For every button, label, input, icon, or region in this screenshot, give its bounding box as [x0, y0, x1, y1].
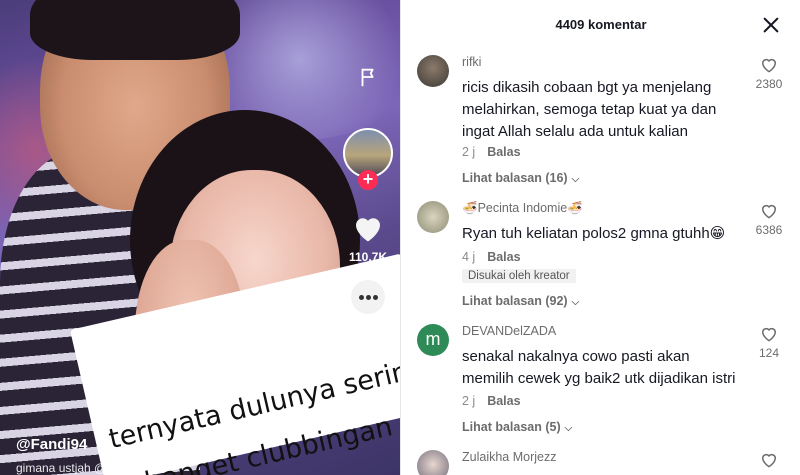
- comment-text: senakal nakalnya cowo pasti akan memilih…: [462, 348, 736, 387]
- comments-panel: 4409 komentar rifki ricis dikasih cobaan…: [400, 0, 800, 475]
- comment-time: 2 j: [462, 145, 476, 159]
- heart-outline-icon: [762, 453, 776, 468]
- view-replies-label: Lihat balasan (5): [462, 420, 561, 434]
- video-person-hair: [30, 0, 240, 60]
- view-replies-button[interactable]: Lihat balasan (16) ⌵: [462, 171, 579, 185]
- chevron-down-icon: ⌵: [571, 297, 580, 308]
- action-bar: + 110.7K 4409: [340, 0, 396, 475]
- comment-text: Ryan tuh keliatan polos2 gmna gtuhh😁: [462, 225, 726, 242]
- comment-username[interactable]: DEVANDelZADA: [462, 324, 556, 338]
- view-replies-button[interactable]: Lihat balasan (92) ⌵: [462, 294, 579, 308]
- comment-time: 2 j: [462, 394, 476, 408]
- comment-item: Zulaikha Morjezz: [401, 450, 800, 475]
- like-count: 110.7K: [348, 250, 388, 264]
- comments-title: 4409 komentar: [555, 17, 647, 32]
- comment-like[interactable]: 124: [751, 324, 787, 360]
- view-replies-button[interactable]: Lihat balasan (5) ⌵: [462, 420, 572, 434]
- comment-like[interactable]: [751, 450, 787, 470]
- comment-meta: 4 j Balas: [462, 250, 521, 264]
- heart-outline-icon: [762, 327, 776, 342]
- reply-button[interactable]: Balas: [487, 394, 520, 408]
- comment-item: m DEVANDelZADA senakal nakalnya cowo pas…: [401, 324, 800, 439]
- view-replies-label: Lihat balasan (16): [462, 171, 568, 185]
- creator-liked-badge: Disukai oleh kreator: [462, 269, 576, 283]
- comment-like[interactable]: 2380: [751, 55, 787, 91]
- reply-button[interactable]: Balas: [487, 250, 520, 264]
- comment-text: ricis dikasih cobaan bgt ya menjelang me…: [462, 79, 717, 140]
- avatar-letter: m: [425, 329, 441, 349]
- flag-icon[interactable]: [356, 66, 380, 90]
- video-username[interactable]: @Fandi94: [16, 436, 87, 453]
- avatar[interactable]: m: [417, 324, 449, 356]
- comment-username[interactable]: Zulaikha Morjezz: [462, 450, 556, 464]
- comment-like-count: 6386: [755, 223, 783, 237]
- comment-like-count: 124: [758, 346, 780, 360]
- comment-item: 🍜Pecinta Indomie🍜 Ryan tuh keliatan polo…: [401, 201, 800, 311]
- chevron-down-icon: ⌵: [564, 423, 573, 434]
- comment-item: rifki ricis dikasih cobaan bgt ya menjel…: [401, 55, 800, 190]
- comment-meta: 2 j Balas: [462, 145, 521, 159]
- heart-icon[interactable]: [350, 210, 386, 246]
- comment-time: 4 j: [462, 250, 476, 264]
- heart-outline-icon: [762, 204, 776, 219]
- comment-like-count: 2380: [755, 77, 783, 91]
- comment-count: 4409: [354, 316, 382, 330]
- view-replies-label: Lihat balasan (92): [462, 294, 568, 308]
- reply-button[interactable]: Balas: [487, 145, 520, 159]
- video-description: gimana ustjah @: [16, 461, 107, 475]
- video-player[interactable]: ternyata dulunya sering banget clubbinga…: [0, 0, 400, 475]
- avatar[interactable]: [417, 201, 449, 233]
- comment-username[interactable]: rifki: [462, 55, 481, 69]
- comment-bubble-icon[interactable]: [351, 280, 385, 314]
- comment-username[interactable]: 🍜Pecinta Indomie🍜: [462, 201, 583, 216]
- comment-like[interactable]: 6386: [751, 201, 787, 237]
- chevron-down-icon: ⌵: [571, 174, 580, 185]
- plus-icon[interactable]: +: [358, 170, 378, 190]
- avatar[interactable]: [417, 55, 449, 87]
- avatar[interactable]: [417, 450, 449, 475]
- screen: ternyata dulunya sering banget clubbinga…: [0, 0, 800, 475]
- comment-meta: 2 j Balas: [462, 394, 521, 408]
- heart-outline-icon: [762, 58, 776, 73]
- close-icon[interactable]: [762, 16, 780, 34]
